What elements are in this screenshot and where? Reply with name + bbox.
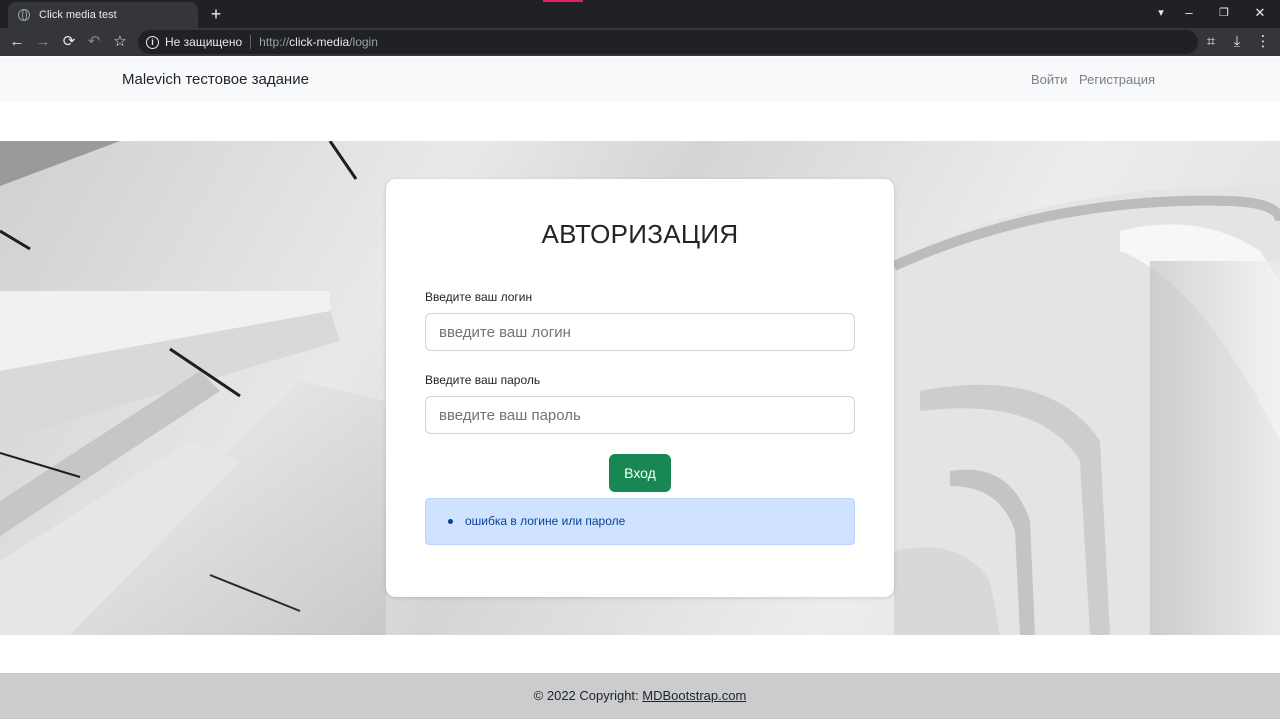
- nav-link-register[interactable]: Регистрация: [1079, 72, 1155, 87]
- download-icon[interactable]: ⤓: [1227, 32, 1247, 52]
- login-input[interactable]: [425, 313, 855, 351]
- new-tab-button[interactable]: +: [206, 4, 226, 24]
- browser-tabstrip: Click media test + ▾ – ❐ ✕: [0, 0, 1280, 28]
- site-footer: © 2022 Copyright: MDBootstrap.com: [0, 673, 1280, 719]
- address-separator: [250, 35, 252, 49]
- minimize-button[interactable]: –: [1173, 0, 1205, 28]
- navbar-brand[interactable]: Malevich тестовое задание: [122, 71, 309, 88]
- info-icon[interactable]: i: [146, 35, 159, 49]
- submit-button[interactable]: Вход: [609, 454, 671, 492]
- error-alert: ошибка в логине или пароле: [425, 498, 855, 545]
- site-navbar: Malevich тестовое задание Войти Регистра…: [0, 57, 1280, 102]
- tab-title: Click media test: [39, 9, 117, 21]
- crop-icon[interactable]: ⌗: [1201, 32, 1221, 52]
- url-scheme: http://: [259, 35, 290, 49]
- url-host: click-media: [289, 35, 350, 49]
- browser-tab[interactable]: Click media test: [8, 2, 198, 28]
- password-input[interactable]: [425, 396, 855, 434]
- address-bar-content[interactable]: i Не защищено http://click-media/login: [146, 33, 378, 51]
- menu-icon[interactable]: ⋮: [1253, 32, 1273, 52]
- security-status: Не защищено: [165, 35, 243, 49]
- nav-link-login[interactable]: Войти: [1031, 72, 1067, 87]
- footer-copyright: © 2022 Copyright: MDBootstrap.com: [0, 688, 1280, 703]
- undo-icon[interactable]: ↶: [84, 32, 104, 52]
- restore-button[interactable]: ❐: [1208, 0, 1240, 28]
- forward-icon[interactable]: →: [33, 32, 53, 52]
- login-label: Введите ваш логин: [425, 290, 533, 304]
- url-text: http://click-media/login: [259, 35, 378, 49]
- password-label: Введите ваш пароль: [425, 373, 541, 387]
- reload-icon[interactable]: ⟳: [59, 32, 79, 52]
- bookmark-icon[interactable]: ☆: [110, 32, 130, 52]
- copyright-text: © 2022 Copyright:: [533, 688, 643, 703]
- url-path: /login: [349, 35, 378, 49]
- back-icon[interactable]: ←: [7, 32, 27, 52]
- footer-link[interactable]: MDBootstrap.com: [642, 688, 746, 703]
- globe-icon: [18, 9, 30, 21]
- error-item: ошибка в логине или пароле: [448, 514, 625, 528]
- login-title: АВТОРИЗАЦИЯ: [541, 219, 739, 249]
- close-window-button[interactable]: ✕: [1244, 0, 1276, 28]
- login-card: АВТОРИЗАЦИЯ Введите ваш логин Введите ва…: [386, 179, 894, 597]
- error-list: ошибка в логине или пароле: [448, 514, 625, 528]
- tab-indicator: [543, 0, 583, 2]
